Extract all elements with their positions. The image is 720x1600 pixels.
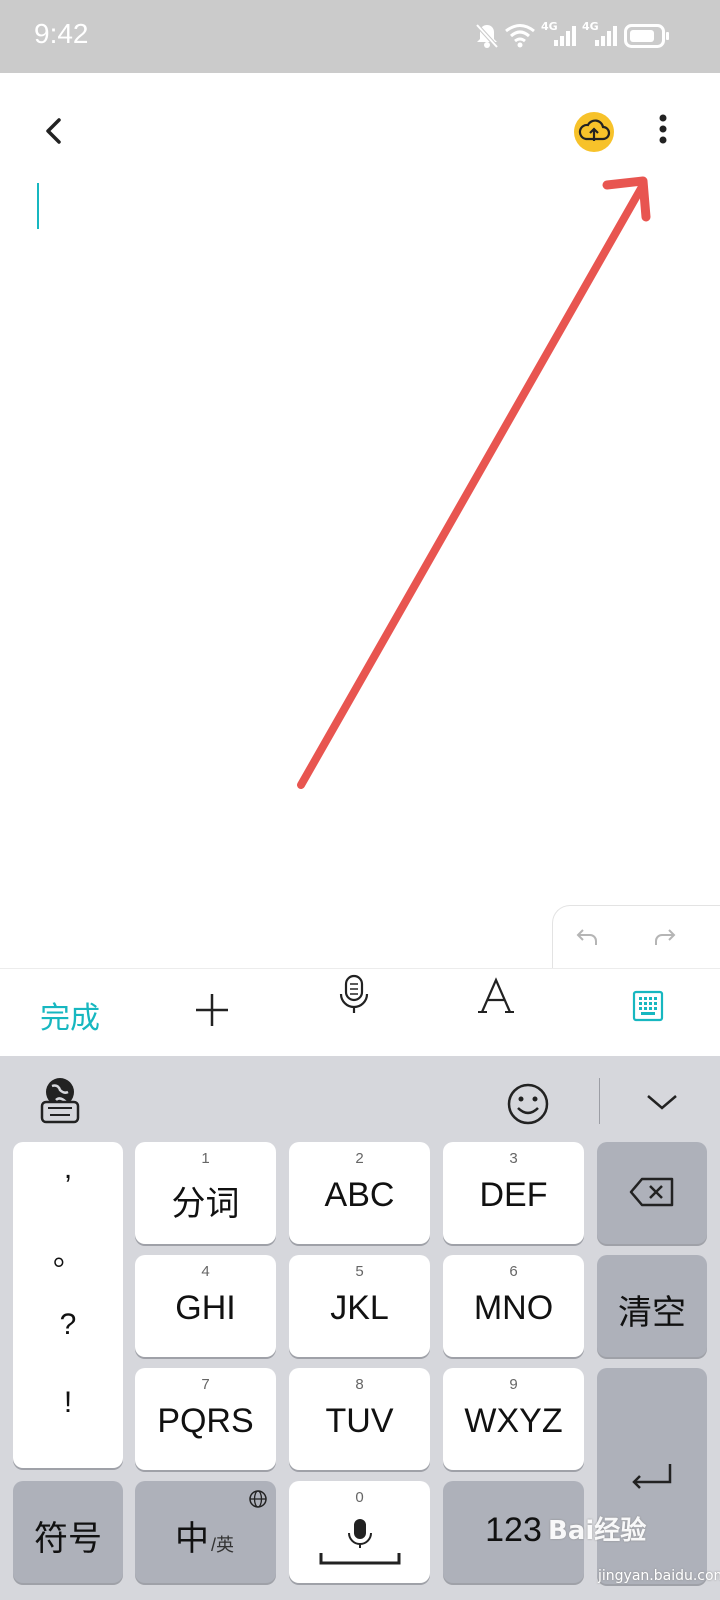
punctuation-key[interactable]: , 。 ? ! bbox=[13, 1142, 123, 1468]
watermark-logo: Bai经验 bbox=[548, 1516, 647, 1546]
punct-period[interactable]: 。 bbox=[13, 1230, 123, 1274]
language-switch-key[interactable]: 中 /英 bbox=[135, 1481, 276, 1583]
voice-space-icon bbox=[319, 1519, 401, 1565]
key-3[interactable]: 3 DEF bbox=[443, 1142, 584, 1244]
key-2[interactable]: 2 ABC bbox=[289, 1142, 430, 1244]
keyboard-grid-icon[interactable] bbox=[632, 990, 664, 1022]
chevron-down-icon[interactable] bbox=[644, 1090, 680, 1114]
redo-icon[interactable] bbox=[653, 926, 677, 948]
lang-sub: /英 bbox=[211, 1535, 235, 1555]
backspace-key[interactable] bbox=[597, 1142, 707, 1244]
key-7[interactable]: 7 PQRS bbox=[135, 1368, 276, 1470]
punct-comma[interactable]: , bbox=[13, 1152, 123, 1186]
backspace-icon bbox=[629, 1177, 674, 1207]
mic-icon[interactable] bbox=[334, 972, 374, 1016]
lang-main: 中 bbox=[175, 1520, 209, 1558]
punct-exclaim[interactable]: ! bbox=[13, 1386, 123, 1420]
annotation-arrow bbox=[297, 176, 651, 789]
globe-keyboard-icon[interactable] bbox=[38, 1074, 82, 1126]
key-1[interactable]: 1 分词 bbox=[135, 1142, 276, 1244]
font-icon[interactable] bbox=[476, 976, 516, 1016]
key-5[interactable]: 5 JKL bbox=[289, 1255, 430, 1357]
enter-icon bbox=[632, 1464, 672, 1489]
key-4[interactable]: 4 GHI bbox=[135, 1255, 276, 1357]
enter-key[interactable] bbox=[597, 1368, 707, 1584]
emoji-icon[interactable] bbox=[506, 1082, 550, 1126]
done-button[interactable]: 完成 bbox=[40, 993, 100, 1037]
plus-icon[interactable] bbox=[192, 990, 232, 1030]
key-9[interactable]: 9 WXYZ bbox=[443, 1368, 584, 1470]
watermark-url: jingyan.baidu.com bbox=[598, 1568, 720, 1584]
divider bbox=[599, 1078, 600, 1124]
space-key[interactable]: 0 bbox=[289, 1481, 430, 1583]
undo-icon[interactable] bbox=[575, 926, 599, 948]
globe-icon bbox=[249, 1490, 267, 1508]
punct-question[interactable]: ? bbox=[13, 1308, 123, 1342]
clear-key[interactable]: 清空 bbox=[597, 1255, 707, 1357]
undo-redo-panel bbox=[552, 905, 720, 968]
key-6[interactable]: 6 MNO bbox=[443, 1255, 584, 1357]
symbols-key[interactable]: 符号 bbox=[13, 1481, 123, 1583]
key-8[interactable]: 8 TUV bbox=[289, 1368, 430, 1470]
